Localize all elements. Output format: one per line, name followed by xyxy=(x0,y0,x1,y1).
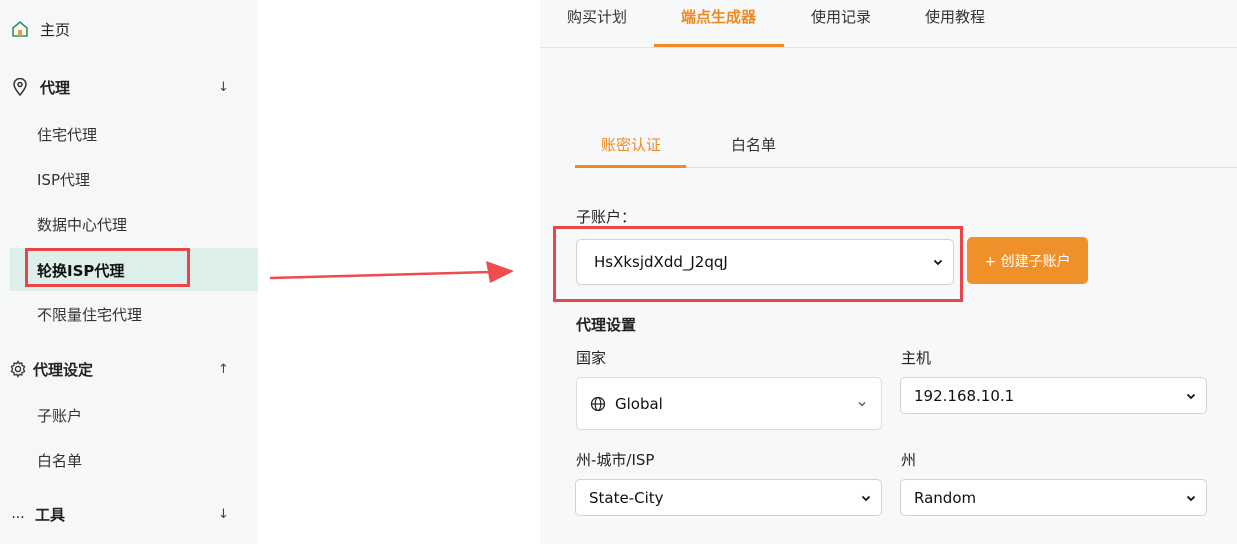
tab-purchase-plan[interactable]: 购买计划 xyxy=(567,6,627,27)
sidebar-item-datacenter-proxy[interactable]: 数据中心代理 xyxy=(0,214,258,236)
ellipsis-icon: ... xyxy=(11,506,25,522)
country-label: 国家 xyxy=(576,349,607,367)
sub-account-select[interactable]: HsXksjdXdd_J2qqJ xyxy=(576,239,954,285)
tab-whitelist[interactable]: 白名单 xyxy=(731,134,776,155)
annotation-arrow xyxy=(269,261,514,283)
chevron-down-icon xyxy=(858,401,866,406)
tab-password-auth[interactable]: 账密认证 xyxy=(601,134,661,155)
state-label: 州 xyxy=(901,451,917,469)
home-icon xyxy=(10,19,30,39)
chevron-down-icon xyxy=(933,259,943,266)
sidebar-item-label: 数据中心代理 xyxy=(37,216,128,234)
sidebar-item-proxy-settings-label: 代理设定 xyxy=(33,360,94,379)
country-value: Global xyxy=(615,394,663,413)
host-select[interactable]: 192.168.10.1 xyxy=(900,377,1207,414)
active-tab-indicator xyxy=(654,44,784,47)
tab-tutorial[interactable]: 使用教程 xyxy=(925,6,985,27)
proxy-settings-heading: 代理设置 xyxy=(576,316,637,334)
chevron-down-icon xyxy=(861,495,871,501)
create-sub-account-button[interactable]: + 创建子账户 xyxy=(967,237,1088,284)
sidebar-item-tools[interactable]: ... 工具 ↓ xyxy=(0,503,258,525)
location-pin-icon xyxy=(10,77,30,97)
top-tab-bar: 购买计划 端点生成器 使用记录 使用教程 xyxy=(540,0,1237,48)
main-panel: 购买计划 端点生成器 使用记录 使用教程 账密认证 白名单 子账户： HsXks… xyxy=(540,0,1237,544)
globe-icon xyxy=(590,396,606,412)
sidebar-item-residential-proxy[interactable]: 住宅代理 xyxy=(0,124,258,146)
gear-icon xyxy=(8,359,28,379)
tab-endpoint-generator[interactable]: 端点生成器 xyxy=(681,6,756,27)
sidebar-item-label: ISP代理 xyxy=(37,171,90,189)
sidebar-item-isp-proxy[interactable]: ISP代理 xyxy=(0,169,258,191)
state-value: Random xyxy=(914,488,977,507)
sidebar-item-label: 不限量住宅代理 xyxy=(37,306,143,324)
sidebar-item-whitelist[interactable]: 白名单 xyxy=(0,450,258,472)
chevron-down-icon xyxy=(1186,393,1196,399)
expand-arrow-icon[interactable]: ↓ xyxy=(218,507,229,522)
sidebar-item-label: 住宅代理 xyxy=(37,126,98,144)
state-city-isp-label: 州-城市/ISP xyxy=(576,451,655,469)
sidebar-item-label: 白名单 xyxy=(37,452,83,470)
highlight-box xyxy=(25,248,190,287)
state-select[interactable]: Random xyxy=(900,479,1207,516)
tab-usage-records[interactable]: 使用记录 xyxy=(811,6,871,27)
sidebar-item-home-label: 主页 xyxy=(40,20,71,39)
expand-arrow-icon[interactable]: ↓ xyxy=(218,80,229,95)
host-value: 192.168.10.1 xyxy=(914,386,1015,405)
sidebar-item-label: 子账户 xyxy=(37,407,83,425)
sidebar-item-proxy-settings[interactable]: 代理设定 ↑ xyxy=(0,358,258,380)
collapse-arrow-icon[interactable]: ↑ xyxy=(218,362,229,377)
country-select[interactable]: Global xyxy=(576,377,882,430)
sidebar-item-proxy[interactable]: 代理 ↓ xyxy=(0,76,258,98)
sidebar-item-unlimited-residential-proxy[interactable]: 不限量住宅代理 xyxy=(0,304,258,326)
active-subtab-indicator xyxy=(575,165,686,168)
sidebar-item-proxy-label: 代理 xyxy=(40,78,71,97)
sidebar-item-sub-account[interactable]: 子账户 xyxy=(0,405,258,427)
state-city-isp-select[interactable]: State-City xyxy=(575,479,882,516)
host-label: 主机 xyxy=(901,349,932,367)
sidebar-item-tools-label: 工具 xyxy=(35,505,66,524)
auth-tab-bar: 账密认证 白名单 xyxy=(575,120,1237,168)
sidebar-item-home[interactable]: 主页 xyxy=(0,18,258,40)
chevron-down-icon xyxy=(1186,495,1196,501)
sub-account-value: HsXksjdXdd_J2qqJ xyxy=(594,253,728,271)
state-city-isp-value: State-City xyxy=(589,488,664,507)
sub-account-label: 子账户： xyxy=(576,208,637,226)
